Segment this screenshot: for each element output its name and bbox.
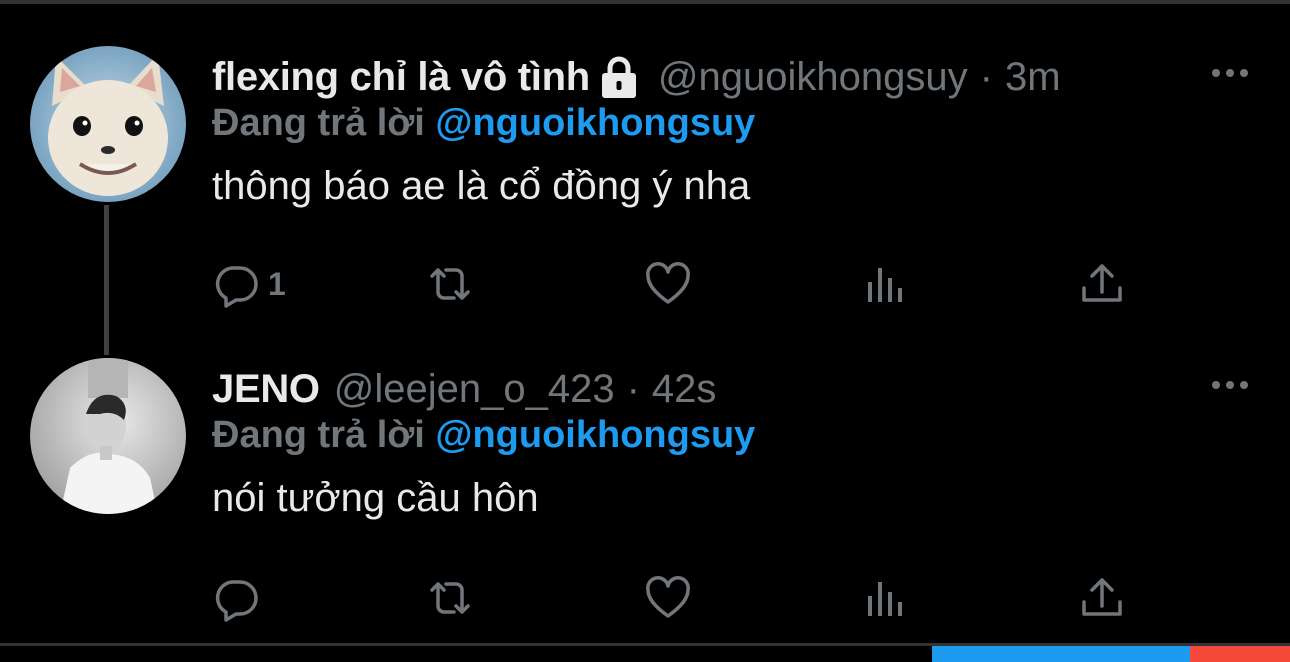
tweet-content: flexing chỉ là vô tình @nguoikhongsuy · … [212,48,1250,209]
retweet-button[interactable] [426,570,474,626]
tweet-thread: flexing chỉ là vô tình @nguoikhongsuy · … [0,0,1290,662]
reply-label: Đang trả lời [212,414,425,456]
share-upload-icon [1082,264,1122,302]
tweet[interactable]: JENO @leejen_o_423 · 42s Đang trả lời @n… [0,330,1290,643]
retweet-icon [430,582,470,614]
like-button[interactable] [644,256,692,312]
share-button[interactable] [1078,570,1126,626]
retweet-button[interactable] [426,256,474,312]
tweet-header: JENO @leejen_o_423 · 42s [212,360,1250,418]
reply-to-handle[interactable]: @nguoikhongsuy [435,414,755,456]
avatar[interactable] [30,358,186,514]
display-name[interactable]: JENO [212,367,320,412]
timestamp[interactable]: 42s [652,367,717,412]
views-button[interactable] [860,570,908,626]
tweet-content: JENO @leejen_o_423 · 42s Đang trả lời @n… [212,360,1250,521]
lock-icon [601,56,636,98]
tweet-actions [212,570,1132,626]
cat-avatar-image [30,46,186,202]
separator-dot: · [626,366,640,411]
share-button[interactable] [1078,256,1126,312]
like-button[interactable] [644,570,692,626]
user-handle[interactable]: @leejen_o_423 [334,367,615,412]
accent-strip-red [1190,646,1290,662]
bar-chart-icon [868,582,902,616]
speech-bubble-icon [215,580,258,622]
user-handle[interactable]: @nguoikhongsuy [658,55,968,100]
accent-strip-blue [932,646,1190,662]
reply-count: 1 [268,265,286,302]
replying-to: Đang trả lời @nguoikhongsuy [212,102,1250,154]
reply-to-handle[interactable]: @nguoikhongsuy [435,102,755,144]
speech-bubble-icon [215,266,258,308]
person-avatar-image [30,358,186,514]
timestamp[interactable]: 3m [1005,55,1061,100]
tweet-text: nói tưởng cầu hôn [212,476,539,520]
replying-to: Đang trả lời @nguoikhongsuy [212,414,1250,466]
retweet-icon [430,268,470,300]
more-dots-icon[interactable] [1210,372,1250,398]
bar-chart-icon [868,268,902,302]
tweet-header: flexing chỉ là vô tình @nguoikhongsuy · … [212,48,1250,106]
tweet[interactable]: flexing chỉ là vô tình @nguoikhongsuy · … [0,0,1290,330]
separator-dot: · [979,54,993,99]
heart-icon [646,262,690,304]
tweet-text: thông báo ae là cổ đồng ý nha [212,164,751,208]
heart-icon [646,576,690,618]
display-name[interactable]: flexing chỉ là vô tình [212,55,590,100]
more-dots-icon[interactable] [1210,60,1250,86]
avatar[interactable] [30,46,186,202]
reply-button[interactable] [212,570,260,626]
views-button[interactable] [860,256,908,312]
tweet-actions: 1 [212,256,1132,312]
reply-label: Đang trả lời [212,102,425,144]
reply-button[interactable]: 1 [212,256,286,312]
share-upload-icon [1082,578,1122,616]
